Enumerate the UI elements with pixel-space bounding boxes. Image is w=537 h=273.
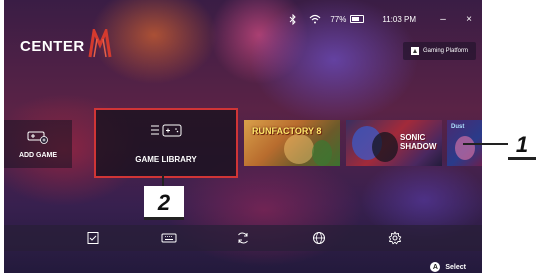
callout-1-label: 1 xyxy=(508,130,536,160)
app-logo: CENTER xyxy=(20,25,112,60)
game-title: SONIC SHADOW xyxy=(400,133,437,151)
controller-add-icon xyxy=(27,130,49,146)
a-button-icon: A xyxy=(430,262,441,272)
cover-art-shape xyxy=(372,132,398,162)
close-button[interactable]: × xyxy=(456,14,482,25)
gaming-platform-icon xyxy=(410,47,419,55)
gear-icon[interactable] xyxy=(386,229,404,247)
select-label: Select xyxy=(445,263,466,271)
battery-percent: 77% xyxy=(330,14,347,24)
keyboard-icon[interactable] xyxy=(160,229,178,247)
logo-mark-icon xyxy=(88,25,112,64)
game-title: Dust xyxy=(451,124,465,130)
refresh-icon[interactable] xyxy=(234,229,252,247)
globe-icon[interactable] xyxy=(310,229,328,247)
bluetooth-icon xyxy=(286,13,300,25)
status-bar: 77% 11:03 PM – × xyxy=(286,11,482,27)
select-hint: A Select xyxy=(430,262,466,272)
callout-2-label: 2 xyxy=(144,186,184,220)
wifi-icon xyxy=(308,13,322,25)
gaming-platform-label: Gaming Platform xyxy=(422,48,468,54)
add-game-label: ADD GAME xyxy=(18,151,58,159)
cover-art-shape xyxy=(312,140,332,166)
game-library-icon xyxy=(149,123,183,141)
cover-art-shape xyxy=(455,136,475,160)
bottom-toolbar xyxy=(4,225,482,251)
add-game-tile[interactable]: ADD GAME xyxy=(4,120,72,168)
gaming-platform-button[interactable]: Gaming Platform xyxy=(402,42,476,60)
launcher-screen: 77% 11:03 PM – × CENTER Gaming Platform xyxy=(4,0,482,273)
callout-1-leader xyxy=(463,143,509,145)
game-tile-2[interactable]: SONIC SHADOW xyxy=(346,120,442,166)
game-title: RUNFACTORY 8 xyxy=(252,126,322,136)
logo-text: CENTER xyxy=(20,37,85,55)
game-library-label: GAME LIBRARY xyxy=(135,154,197,164)
cover-art-shape xyxy=(284,134,314,164)
clock: 11:03 PM xyxy=(382,14,416,24)
battery-icon xyxy=(350,15,365,23)
game-library-tile[interactable]: GAME LIBRARY xyxy=(94,108,238,178)
minimize-button[interactable]: – xyxy=(430,14,456,25)
checklist-icon[interactable] xyxy=(84,229,102,247)
game-tile-1[interactable]: RUNFACTORY 8 xyxy=(244,120,340,166)
